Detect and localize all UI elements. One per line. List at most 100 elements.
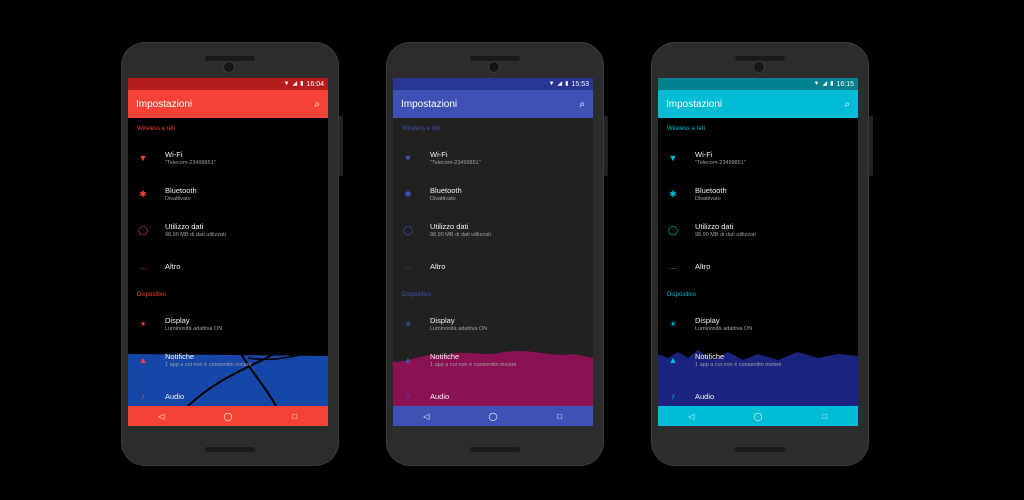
settings-item[interactable]: ♪ Audio	[658, 378, 858, 414]
settings-item-subtitle: Luminosità adattiva ON	[695, 326, 753, 332]
section-header: Wireless e reti	[137, 126, 176, 132]
search-icon[interactable]: ⌕	[314, 99, 320, 110]
settings-item-title: Audio	[695, 391, 715, 401]
front-camera	[754, 62, 764, 72]
wifi-signal-icon: ▼	[548, 81, 555, 87]
settings-item-subtitle: 98,90 MB di dati utilizzati	[165, 232, 226, 238]
audio-icon: ♪	[670, 391, 676, 401]
bell-icon: ▲	[138, 355, 148, 365]
data-usage-icon: ◯	[402, 224, 414, 235]
settings-item[interactable]: … Altro	[393, 248, 593, 284]
settings-item-subtitle: 98,90 MB di dati utilizzati	[695, 232, 756, 238]
status-bar: ▼ ◢ ▮ 15:53	[393, 78, 593, 90]
power-button	[869, 116, 873, 176]
settings-item[interactable]: ✱ Bluetooth Disattivato	[128, 176, 328, 212]
battery-icon: ▮	[565, 81, 569, 87]
bluetooth-icon: ✱	[669, 188, 677, 199]
settings-item-subtitle: Disattivato	[430, 196, 456, 202]
settings-item-title: Bluetooth	[430, 186, 462, 195]
brightness-icon: ☀	[668, 318, 678, 329]
settings-item-subtitle: Luminosità adattiva ON	[430, 326, 488, 332]
settings-item-title: Wi-Fi	[695, 150, 713, 159]
settings-item-title: Notifiche	[165, 352, 195, 361]
audio-icon: ♪	[140, 391, 146, 401]
settings-item[interactable]: ◯ Utilizzo dati 98,90 MB di dati utilizzat…	[658, 212, 858, 248]
speaker-grille	[205, 447, 255, 452]
earpiece	[205, 56, 255, 61]
settings-item[interactable]: ▼ Wi-Fi "Telecom-23499851"	[393, 140, 593, 176]
settings-item-title: Notifiche	[430, 352, 460, 361]
settings-item[interactable]: ▲ Notifiche 1 app a cui non è consentito i…	[658, 342, 858, 378]
search-icon[interactable]: ⌕	[579, 99, 585, 110]
settings-list: Wireless e reti ▼ Wi-Fi "Telecom-23499851" ✱…	[128, 118, 328, 406]
settings-item[interactable]: ♪ Audio	[393, 378, 593, 414]
app-bar: Impostazioni ⌕	[128, 90, 328, 118]
settings-item-subtitle: Disattivato	[165, 196, 191, 202]
settings-item-title: Wi-Fi	[165, 150, 183, 159]
settings-item[interactable]: … Altro	[128, 248, 328, 284]
status-time: 16:04	[306, 80, 324, 88]
settings-item[interactable]: ☀ Display Luminosità adattiva ON	[128, 306, 328, 342]
settings-item[interactable]: ✱ Bluetooth Disattivato	[658, 176, 858, 212]
app-bar: Impostazioni ⌕	[658, 90, 858, 118]
page-title: Impostazioni	[401, 98, 458, 110]
more-icon: …	[403, 261, 413, 271]
phone-mockup: ▼ ◢ ▮ 15:53 Impostazioni ⌕ Wireless e reti ▼ Wi-…	[386, 42, 608, 466]
wifi-signal-icon: ▼	[283, 81, 290, 87]
status-bar: ▼ ◢ ▮ 16:15	[658, 78, 858, 90]
settings-item[interactable]: ▲ Notifiche 1 app a cui non è consentito i…	[393, 342, 593, 378]
bell-icon: ▲	[668, 355, 678, 365]
settings-item-title: Altro	[430, 261, 446, 271]
section-header: Wireless e reti	[402, 126, 441, 132]
status-time: 16:15	[836, 80, 854, 88]
settings-item-subtitle: 98,90 MB di dati utilizzati	[430, 232, 491, 238]
settings-item-subtitle: "Telecom-23499851"	[695, 160, 746, 166]
section-header: Dispositivo	[667, 292, 697, 298]
data-usage-icon: ◯	[667, 224, 679, 235]
settings-item-title: Audio	[165, 391, 185, 401]
settings-item[interactable]: ▲ Notifiche 1 app a cui non è consentito i…	[128, 342, 328, 378]
wifi-icon: ▼	[138, 153, 148, 163]
wifi-icon: ▼	[403, 153, 413, 163]
settings-item[interactable]: ▼ Wi-Fi "Telecom-23499851"	[658, 140, 858, 176]
section-header: Dispositivo	[137, 292, 167, 298]
settings-item-title: Utilizzo dati	[430, 222, 469, 231]
section-header: Wireless e reti	[667, 126, 706, 132]
more-icon: …	[138, 261, 148, 271]
settings-item[interactable]: ☀ Display Luminosità adattiva ON	[393, 306, 593, 342]
wifi-signal-icon: ▼	[813, 81, 820, 87]
settings-item[interactable]: ◯ Utilizzo dati 98,90 MB di dati utilizzat…	[393, 212, 593, 248]
cell-signal-icon: ◢	[557, 81, 563, 87]
settings-item-title: Utilizzo dati	[695, 222, 734, 231]
settings-list: Wireless e reti ▼ Wi-Fi "Telecom-23499851" ✱…	[658, 118, 858, 406]
brightness-icon: ☀	[138, 318, 148, 329]
brightness-icon: ☀	[403, 318, 413, 329]
settings-item[interactable]: … Altro	[658, 248, 858, 284]
earpiece	[470, 56, 520, 61]
settings-item-title: Wi-Fi	[430, 150, 448, 159]
settings-item-title: Bluetooth	[165, 186, 197, 195]
battery-icon: ▮	[830, 81, 834, 87]
bluetooth-icon: ✱	[404, 188, 412, 199]
page-title: Impostazioni	[666, 98, 723, 110]
bluetooth-icon: ✱	[139, 188, 147, 199]
settings-item[interactable]: ♪ Audio	[128, 378, 328, 414]
screen: ▼ ◢ ▮ 15:53 Impostazioni ⌕ Wireless e reti ▼ Wi-…	[393, 78, 593, 426]
settings-item-title: Bluetooth	[695, 186, 727, 195]
settings-item[interactable]: ▼ Wi-Fi "Telecom-23499851"	[128, 140, 328, 176]
settings-item[interactable]: ✱ Bluetooth Disattivato	[393, 176, 593, 212]
status-bar: ▼ ◢ ▮ 16:04	[128, 78, 328, 90]
more-icon: …	[668, 261, 678, 271]
power-button	[339, 116, 343, 176]
search-icon[interactable]: ⌕	[844, 99, 850, 110]
bell-icon: ▲	[403, 355, 413, 365]
front-camera	[489, 62, 499, 72]
phone-mockup: ▼ ◢ ▮ 16:04 Impostazioni ⌕ Wireless e reti ▼ Wi-…	[121, 42, 343, 466]
power-button	[604, 116, 608, 176]
settings-item-title: Altro	[695, 261, 711, 271]
settings-item-title: Notifiche	[695, 352, 725, 361]
settings-item-title: Display	[695, 316, 720, 325]
settings-item[interactable]: ☀ Display Luminosità adattiva ON	[658, 306, 858, 342]
screen: ▼ ◢ ▮ 16:15 Impostazioni ⌕ Wireless e reti ▼ Wi-…	[658, 78, 858, 426]
settings-item[interactable]: ◯ Utilizzo dati 98,90 MB di dati utilizzat…	[128, 212, 328, 248]
